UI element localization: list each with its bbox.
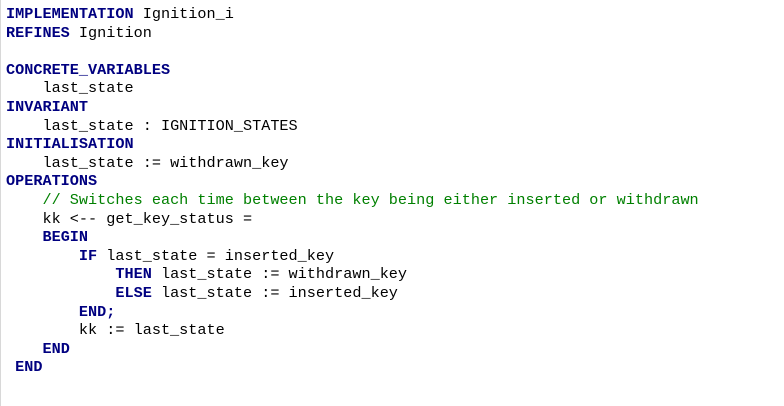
code-line: END <box>6 358 699 377</box>
code-line: last_state := withdrawn_key <box>6 154 699 173</box>
keyword-token: ELSE <box>115 283 152 302</box>
keyword-token: CONCRETE_VARIABLES <box>6 60 171 79</box>
code-line: CONCRETE_VARIABLES <box>6 61 699 80</box>
code-line: THEN last_state := withdrawn_key <box>6 265 699 284</box>
code-text-token: last_state = inserted_key <box>97 246 335 265</box>
code-text-token: last_state := withdrawn_key <box>42 153 289 172</box>
code-line: OPERATIONS <box>6 172 699 191</box>
code-text-token: last_state := withdrawn_key <box>151 265 408 284</box>
keyword-token: IMPLEMENTATION <box>6 5 134 23</box>
code-line: last_state : IGNITION_STATES <box>6 117 699 136</box>
code-line: ELSE last_state := inserted_key <box>6 284 699 303</box>
keyword-token: IF <box>78 246 98 265</box>
code-text-token: Ignition_i <box>133 5 234 23</box>
code-text-token: kk := last_state <box>78 321 225 340</box>
code-line: kk := last_state <box>6 321 699 340</box>
code-text-token: last_state := inserted_key <box>151 283 398 302</box>
comment-token: // Switches each time between the key be… <box>42 190 699 209</box>
code-line: END <box>6 340 699 359</box>
keyword-token: INITIALISATION <box>6 135 134 154</box>
code-editor[interactable]: IMPLEMENTATION Ignition_i REFINES Ignitio… <box>0 0 784 406</box>
code-text-token: kk <-- get_key_status = <box>42 209 253 228</box>
code-line: IF last_state = inserted_key <box>6 247 699 266</box>
code-line: last_state <box>6 79 699 98</box>
keyword-token: END; <box>78 302 116 321</box>
code-line: kk <-- get_key_status = <box>6 210 699 229</box>
code-text-token: last_state : IGNITION_STATES <box>42 116 298 135</box>
keyword-token: REFINES <box>6 23 70 42</box>
code-line: REFINES Ignition <box>6 24 699 43</box>
keyword-token: BEGIN <box>42 228 89 247</box>
code-text-token: last_state <box>42 79 134 98</box>
code-line: END; <box>6 303 699 322</box>
code-text-token: Ignition <box>69 23 152 42</box>
keyword-token: OPERATIONS <box>6 172 98 191</box>
keyword-token: THEN <box>115 265 152 284</box>
code-text-area[interactable]: IMPLEMENTATION Ignition_i REFINES Ignitio… <box>6 5 699 377</box>
code-line: BEGIN <box>6 228 699 247</box>
code-line: INVARIANT <box>6 98 699 117</box>
keyword-token: INVARIANT <box>6 97 89 116</box>
code-line: INITIALISATION <box>6 135 699 154</box>
keyword-token: END <box>42 339 70 358</box>
code-line: IMPLEMENTATION Ignition_i <box>6 5 699 24</box>
code-line: // Switches each time between the key be… <box>6 190 699 210</box>
keyword-token: END <box>15 358 43 377</box>
